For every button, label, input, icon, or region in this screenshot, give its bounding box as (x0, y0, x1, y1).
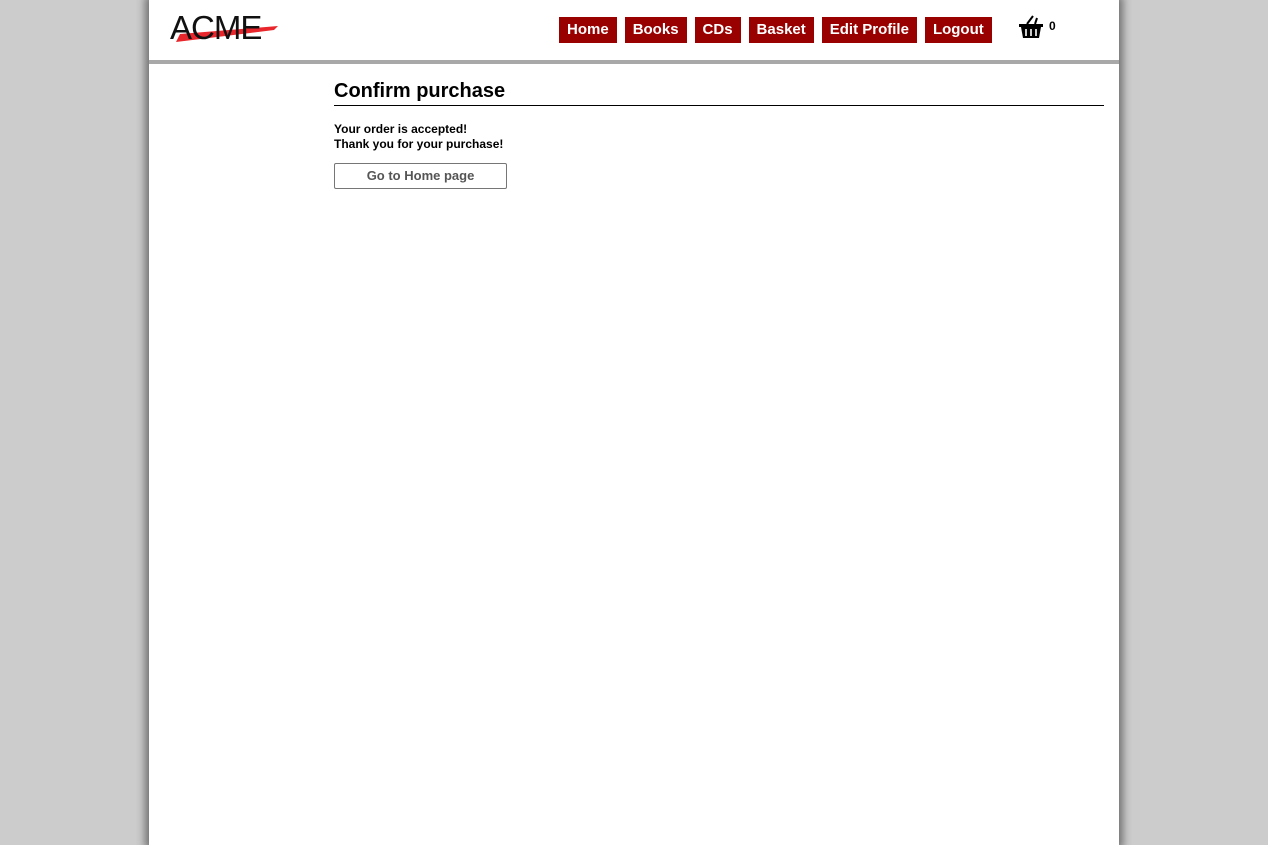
header-divider (149, 60, 1119, 64)
go-home-button[interactable]: Go to Home page (334, 163, 507, 189)
logo-text: ACME (170, 9, 262, 46)
thank-you-text: Thank you for your purchase! (334, 137, 504, 151)
nav-cds-button[interactable]: CDs (694, 17, 741, 43)
confirmation-message: Your order is accepted! Thank you for yo… (334, 122, 1104, 152)
header: ACME Home Books CDs Basket Edit Profile … (149, 0, 1119, 60)
order-accepted-text: Your order is accepted! (334, 122, 468, 136)
main-nav: Home Books CDs Basket Edit Profile Logou… (559, 17, 992, 43)
nav-home-button[interactable]: Home (559, 17, 617, 43)
acme-logo[interactable]: ACME (170, 10, 280, 46)
nav-edit-profile-button[interactable]: Edit Profile (821, 17, 917, 43)
nav-basket-button[interactable]: Basket (748, 17, 814, 43)
nav-logout-button[interactable]: Logout (924, 17, 992, 43)
page-title: Confirm purchase (334, 78, 1104, 106)
basket-count-badge: 0 (1049, 19, 1056, 33)
page-container: ACME Home Books CDs Basket Edit Profile … (149, 0, 1119, 845)
nav-books-button[interactable]: Books (624, 17, 687, 43)
basket-icon[interactable] (1018, 15, 1044, 39)
main-content: Confirm purchase Your order is accepted!… (334, 78, 1104, 189)
